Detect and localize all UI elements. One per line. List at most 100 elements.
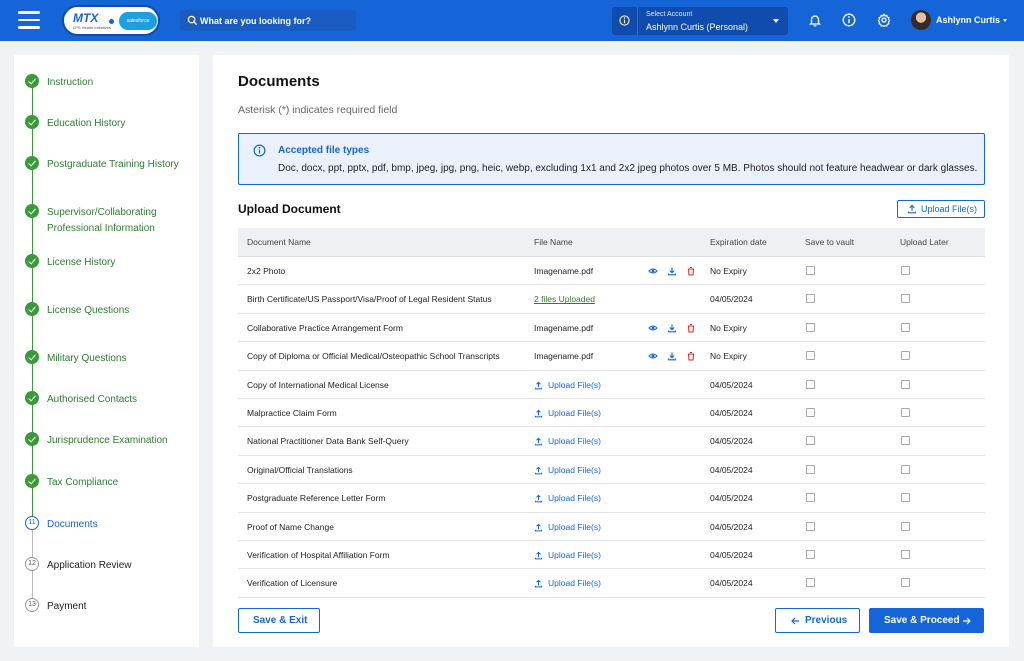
upload-later-checkbox[interactable]: [901, 493, 910, 503]
eye-icon[interactable]: [648, 323, 658, 333]
download-icon[interactable]: [667, 323, 677, 333]
menu-icon[interactable]: [18, 11, 40, 29]
upload-later-checkbox[interactable]: [901, 521, 910, 531]
trash-icon[interactable]: [686, 351, 696, 361]
document-name: Collaborative Practice Arrangement Form: [247, 322, 403, 333]
document-name: Copy of International Medical License: [247, 379, 389, 390]
table-row: Verification of Licensure Upload File(s) 0…: [238, 569, 985, 598]
search-input[interactable]: [200, 12, 350, 29]
document-name: Verification of Hospital Affiliation For…: [247, 550, 390, 560]
upload-later-checkbox[interactable]: [901, 379, 910, 389]
save-to-vault-checkbox[interactable]: [806, 294, 815, 304]
page-title: Documents: [238, 73, 320, 90]
trash-icon[interactable]: [686, 266, 696, 276]
download-icon[interactable]: [667, 351, 677, 361]
step-connector: [32, 268, 33, 302]
eye-icon[interactable]: [648, 266, 658, 276]
eye-icon[interactable]: [648, 351, 658, 361]
save-exit-button[interactable]: Save & Exit: [238, 608, 320, 633]
step-label: Documents: [47, 519, 98, 530]
save-to-vault-checkbox[interactable]: [806, 322, 815, 332]
save-to-vault-checkbox[interactable]: [806, 521, 815, 531]
upload-icon: [534, 466, 543, 475]
account-label: Select Account: [646, 11, 693, 18]
expiration-date: No Expiry: [710, 322, 747, 333]
step-connector: [32, 129, 33, 156]
step-label: Tax Compliance: [47, 477, 119, 488]
logo-subtitle: LPS Health Initiatives: [73, 25, 112, 30]
account-info: [612, 7, 638, 35]
document-name: Proof of Name Change: [247, 521, 334, 532]
column-header: File Name: [534, 237, 573, 247]
table-row: National Practitioner Data Bank Self-Que…: [238, 427, 985, 456]
row-upload-label: Upload File(s): [548, 379, 601, 390]
upload-files-button[interactable]: Upload File(s): [897, 200, 985, 218]
upload-later-checkbox[interactable]: [901, 408, 910, 417]
save-to-vault-checkbox[interactable]: [806, 550, 815, 559]
save-to-vault-checkbox[interactable]: [806, 266, 815, 275]
row-upload-label: Upload File(s): [548, 464, 601, 475]
help-info-icon[interactable]: [842, 13, 856, 27]
expiration-date: 04/05/2024: [710, 408, 753, 418]
document-name: National Practitioner Data Bank Self-Que…: [247, 436, 409, 447]
logo-text: MTX: [73, 11, 99, 25]
step-label: Application Review: [47, 560, 132, 571]
info-icon: [253, 144, 266, 157]
upload-icon: [534, 580, 543, 588]
step-connector: [32, 218, 33, 254]
save-to-vault-checkbox[interactable]: [806, 493, 815, 503]
check-circle-icon: [25, 74, 39, 88]
files-uploaded-link[interactable]: 2 files Uploaded: [534, 294, 595, 304]
row-upload-label: Upload File(s): [548, 408, 601, 418]
file-name: Imagename.pdf: [534, 351, 594, 362]
check-circle-icon: [25, 204, 39, 218]
upload-later-checkbox[interactable]: [901, 351, 910, 361]
logo[interactable]: MTX LPS Health Initiatives salesforce: [62, 5, 160, 36]
bell-icon[interactable]: [808, 13, 822, 27]
upload-later-checkbox[interactable]: [901, 578, 910, 588]
column-header: Upload Later: [900, 237, 949, 247]
previous-button[interactable]: Previous: [775, 608, 860, 633]
upload-icon: [534, 381, 543, 390]
step-label: Supervisor/Collaborating Professional In…: [47, 207, 157, 234]
save-proceed-button[interactable]: Save & Proceed: [869, 608, 984, 633]
save-exit-label: Save & Exit: [253, 615, 308, 626]
step-connector: [32, 405, 33, 432]
chevron-down-icon: [773, 19, 779, 23]
upload-icon: [534, 523, 543, 532]
document-name: Birth Certificate/US Passport/Visa/Proof…: [247, 294, 492, 305]
required-prefix: Asterisk (: [238, 104, 282, 116]
partner-logo: salesforce: [119, 12, 157, 30]
step-number: 13: [25, 598, 39, 612]
download-icon[interactable]: [667, 266, 677, 276]
trash-icon[interactable]: [686, 323, 696, 333]
upload-later-checkbox[interactable]: [901, 550, 910, 559]
save-to-vault-checkbox[interactable]: [806, 379, 815, 389]
save-to-vault-checkbox[interactable]: [806, 464, 815, 474]
step-label: Payment: [47, 601, 87, 612]
step-number: 12: [25, 557, 39, 571]
table-row: Copy of International Medical License Upl…: [238, 371, 985, 399]
upload-later-checkbox[interactable]: [901, 322, 910, 332]
upload-later-checkbox[interactable]: [901, 464, 910, 474]
notice-title: Accepted file types: [278, 145, 370, 156]
account-selector[interactable]: Select Account Ashlynn Curtis (Personal): [612, 7, 788, 35]
upload-later-checkbox[interactable]: [901, 436, 910, 446]
save-to-vault-checkbox[interactable]: [806, 578, 815, 588]
save-to-vault-checkbox[interactable]: [806, 351, 815, 361]
upload-later-checkbox[interactable]: [901, 294, 910, 304]
upload-later-checkbox[interactable]: [901, 266, 910, 275]
step-label: License Questions: [47, 305, 130, 316]
step-connector: [32, 170, 33, 204]
save-to-vault-checkbox[interactable]: [806, 408, 815, 417]
table-row: 2x2 Photo Imagename.pdf No Expiry: [238, 257, 985, 286]
step-label: Jurisprudence Examination: [47, 435, 168, 446]
search-box[interactable]: [180, 10, 356, 31]
table-row: Original/Official Translations Upload Fil…: [238, 456, 985, 485]
stepper-sidebar: Instruction Education History Postgraduate…: [14, 55, 199, 647]
save-to-vault-checkbox[interactable]: [806, 436, 815, 446]
row-upload-label: Upload File(s): [548, 550, 601, 560]
top-bar: MTX LPS Health Initiatives salesforce Se…: [0, 0, 1024, 41]
gear-icon[interactable]: [877, 13, 891, 27]
table-row: Collaborative Practice Arrangement Form I…: [238, 314, 985, 343]
